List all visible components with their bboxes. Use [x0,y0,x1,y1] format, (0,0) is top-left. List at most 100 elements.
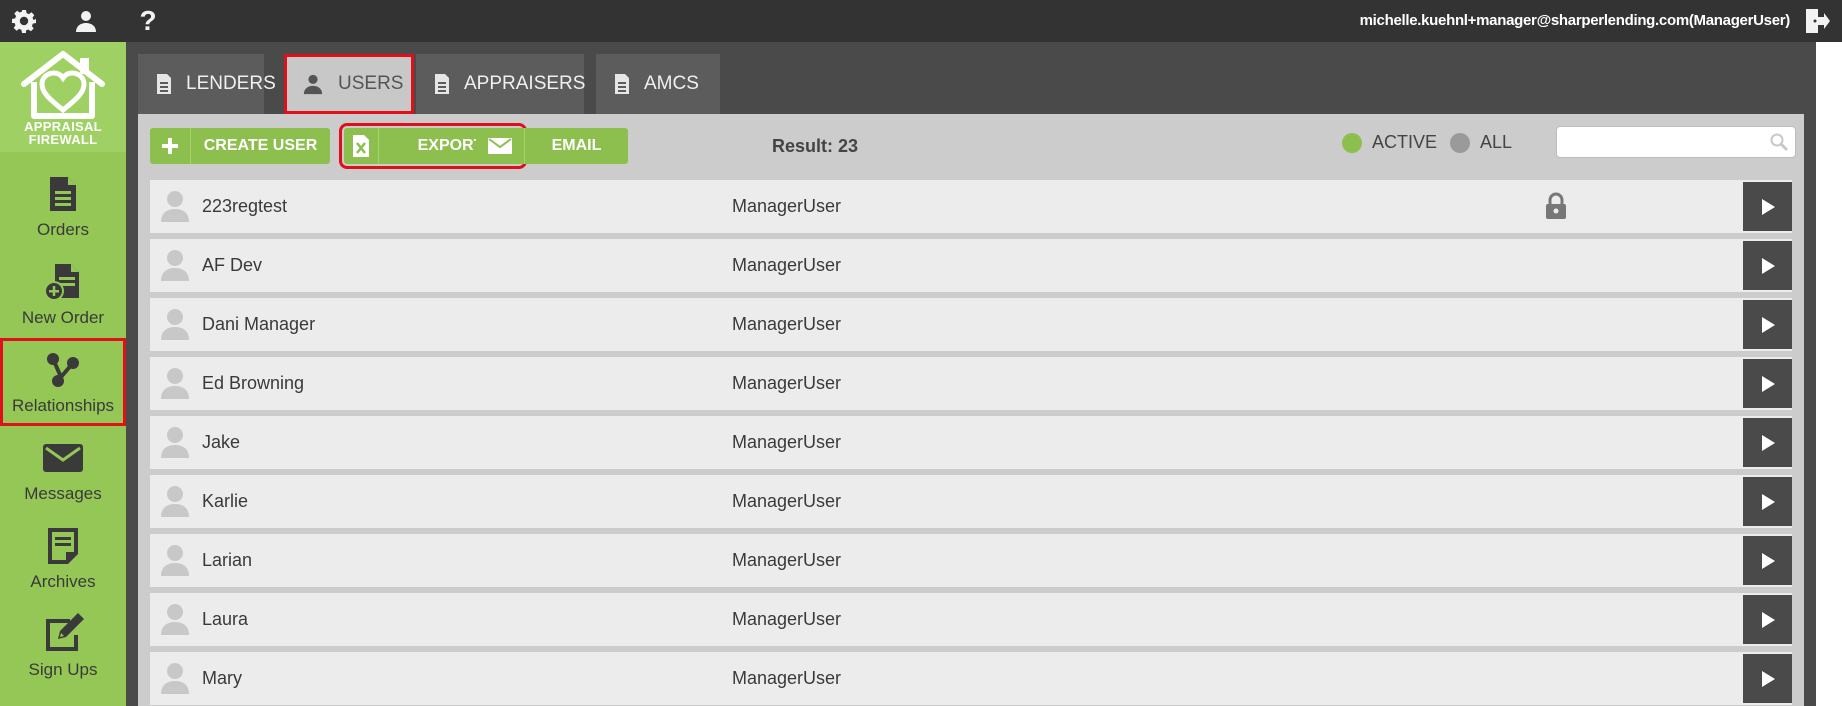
user-role: ManagerUser [732,491,842,511]
search-box[interactable] [1556,126,1796,158]
sidebar-item-label: Sign Ups [28,660,98,679]
document-icon [156,73,172,95]
avatar-icon [160,367,190,404]
user-name: Mary [202,668,242,688]
play-arrow-icon [1761,434,1775,451]
radio-selected-icon [1342,132,1362,153]
table-row[interactable]: Mary ManagerUser [150,652,1792,705]
open-user-button[interactable] [1743,300,1792,349]
open-user-button[interactable] [1743,654,1792,703]
envelope-icon [42,436,84,480]
play-arrow-icon [1761,198,1775,215]
filter-active-label: ACTIVE [1372,132,1438,152]
filter-all-radio[interactable]: ALL [1450,132,1512,153]
user-role: ManagerUser [732,609,842,629]
plus-icon [150,128,191,164]
logout-icon[interactable] [1802,7,1832,35]
open-user-button[interactable] [1743,241,1792,290]
main-content: LENDERS USERS APPRAISERS AMCS CREATE USE… [126,42,1816,706]
document-icon [434,73,450,95]
sidebar-item-relationships[interactable]: Relationships [0,338,126,426]
gear-icon[interactable] [10,8,38,34]
user-role: ManagerUser [732,314,842,334]
excel-file-icon [344,128,379,164]
avatar-icon [160,249,190,286]
logo-text-line2: FIREWALL [28,132,98,147]
user-role: ManagerUser [732,668,842,688]
play-arrow-icon [1761,611,1775,628]
user-role: ManagerUser [732,373,842,393]
user-role: ManagerUser [732,432,842,452]
tab-appraisers[interactable]: APPRAISERS [416,54,586,114]
open-user-button[interactable] [1743,418,1792,467]
relationships-icon [43,348,83,392]
search-icon[interactable] [1769,132,1789,157]
search-input[interactable] [1563,130,1762,156]
avatar-icon [160,662,190,699]
sidebar-item-orders[interactable]: Orders [0,162,126,250]
create-user-label: CREATE USER [203,137,318,154]
page-margin [1816,42,1842,706]
user-icon[interactable] [72,8,100,34]
table-row[interactable]: AF Dev ManagerUser [150,239,1792,292]
table-row[interactable]: Ed Browning ManagerUser [150,357,1792,410]
tab-label: LENDERS [186,73,276,94]
radio-unselected-icon [1450,132,1470,153]
sidebar-item-label: New Order [21,308,105,327]
tab-users[interactable]: USERS [284,54,414,114]
tab-lenders[interactable]: LENDERS [138,54,276,114]
logo-house-icon [21,51,105,119]
lock-icon [1545,192,1567,225]
open-user-button[interactable] [1743,182,1792,231]
user-email: michelle.kuehnl+manager@sharperlending.c… [1359,12,1791,29]
user-name: Ed Browning [202,373,305,393]
play-arrow-icon [1761,493,1775,510]
user-name: Jake [202,432,241,452]
tab-label: USERS [338,73,404,94]
sidebar-item-new-order[interactable]: New Order [0,250,126,338]
app-logo[interactable]: APPRAISAL FIREWALL [0,42,126,152]
open-user-button[interactable] [1743,536,1792,585]
sidebar-item-archives[interactable]: Archives [0,514,126,602]
user-name: AF Dev [202,255,263,275]
user-name: Larian [202,550,253,570]
avatar-icon [160,308,190,345]
users-panel: CREATE USER EXPORT EMAIL Result: 23 ACTI… [138,114,1804,706]
table-row[interactable]: Larian ManagerUser [150,534,1792,587]
avatar-icon [160,426,190,463]
open-user-button[interactable] [1743,359,1792,408]
avatar-icon [160,485,190,522]
archive-icon [46,524,80,568]
create-user-button[interactable]: CREATE USER [150,128,330,164]
table-row[interactable]: Laura ManagerUser [150,593,1792,646]
email-button[interactable]: EMAIL [476,128,628,164]
open-user-button[interactable] [1743,477,1792,526]
filter-all-label: ALL [1480,132,1513,152]
user-role: ManagerUser [732,550,842,570]
user-role: ManagerUser [732,255,842,275]
table-row[interactable]: Dani Manager ManagerUser [150,298,1792,351]
play-arrow-icon [1761,316,1775,333]
result-count: Result: 23 [772,136,859,156]
user-icon [302,73,324,95]
open-user-button[interactable] [1743,595,1792,644]
document-icon [48,172,78,216]
sidebar-item-sign-ups[interactable]: Sign Ups [0,602,126,690]
table-row[interactable]: 223regtest ManagerUser [150,180,1792,233]
tab-amcs[interactable]: AMCS [596,54,720,114]
sidebar-item-messages[interactable]: Messages [0,426,126,514]
user-name: Laura [202,609,249,629]
sidebar-item-label: Relationships [11,396,115,415]
play-arrow-icon [1761,552,1775,569]
table-row[interactable]: Jake ManagerUser [150,416,1792,469]
sidebar-item-label: Messages [24,484,102,503]
help-icon[interactable]: ? [134,5,162,36]
tab-label: APPRAISERS [464,73,586,94]
filter-active-radio[interactable]: ACTIVE [1342,132,1437,153]
tab-label: AMCS [644,73,699,94]
signup-icon [42,612,84,656]
play-arrow-icon [1761,670,1775,687]
avatar-icon [160,544,190,581]
table-row[interactable]: Karlie ManagerUser [150,475,1792,528]
sidebar: APPRAISAL FIREWALL Orders New Order Rela… [0,42,126,706]
